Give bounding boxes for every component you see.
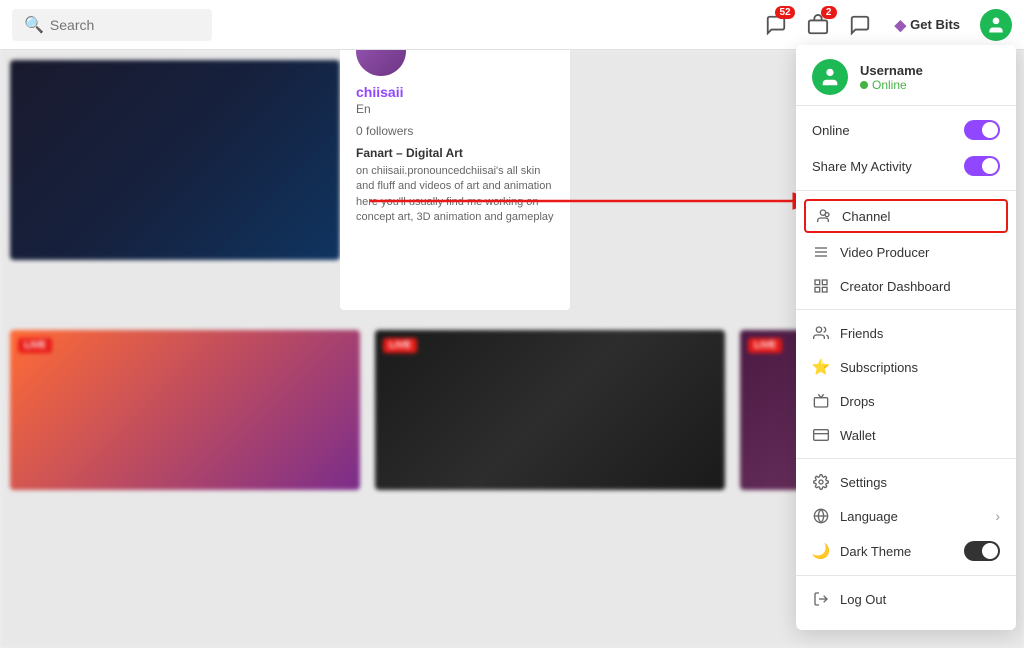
dark-theme-item[interactable]: 🌙 Dark Theme [796, 533, 1016, 569]
drops-label: Drops [840, 394, 875, 409]
stream-card-bottom-1: LIVE [10, 330, 360, 490]
friends-item[interactable]: Friends [796, 316, 1016, 350]
online-item-left: Online [812, 123, 850, 138]
online-toggle[interactable] [964, 120, 1000, 140]
dark-theme-icon: 🌙 [812, 542, 830, 560]
creator-dashboard-icon [812, 277, 830, 295]
subscriptions-label: Subscriptions [840, 360, 918, 375]
live-badge-1: LIVE [18, 338, 52, 353]
dark-theme-toggle-track [964, 541, 1000, 561]
user-dropdown-menu: Username Online Online Share My Activity [796, 45, 1016, 630]
logout-label: Log Out [840, 592, 886, 607]
share-activity-item[interactable]: Share My Activity [796, 148, 1016, 184]
subscriptions-left: ⭐ Subscriptions [812, 358, 918, 376]
settings-item[interactable]: Settings [796, 465, 1016, 499]
whispers-badge: 52 [775, 6, 794, 19]
dark-theme-left: 🌙 Dark Theme [812, 542, 911, 560]
language-label: Language [840, 509, 898, 524]
wallet-left: Wallet [812, 426, 876, 444]
bits-icon: ◆ [895, 16, 907, 34]
drops-icon [812, 392, 830, 410]
wallet-item[interactable]: Wallet [796, 418, 1016, 452]
chat-button[interactable] [845, 10, 875, 40]
logout-icon [812, 590, 830, 608]
creator-dashboard-left: Creator Dashboard [812, 277, 951, 295]
language-chevron-icon: › [995, 508, 1000, 524]
profile-status: En [356, 102, 554, 116]
online-toggle-item[interactable]: Online [796, 112, 1016, 148]
user-avatar-button[interactable] [980, 9, 1012, 41]
preferences-section: Settings Language › 🌙 Dark Theme [796, 459, 1016, 576]
status-section: Online Share My Activity [796, 106, 1016, 191]
profile-popup-card: chiisaii En 0 followers Fanart – Digital… [340, 10, 570, 310]
share-activity-label: Share My Activity [812, 159, 912, 174]
loot-badge: 2 [821, 6, 837, 19]
video-producer-left: Video Producer [812, 243, 929, 261]
video-producer-label: Video Producer [840, 245, 929, 260]
online-dot [860, 81, 868, 89]
search-bar[interactable]: 🔍 [12, 9, 212, 41]
dark-theme-toggle-thumb [982, 543, 998, 559]
header: 🔍 52 2 ◆ Get Bits [0, 0, 1024, 50]
subscriptions-item[interactable]: ⭐ Subscriptions [796, 350, 1016, 384]
dropdown-username: Username [860, 63, 923, 78]
profile-followers: 0 followers [356, 124, 554, 138]
profile-name: chiisaii [356, 84, 554, 100]
online-label: Online [812, 123, 850, 138]
stream-card-bottom-2: LIVE [375, 330, 725, 490]
friends-left: Friends [812, 324, 883, 342]
creator-section: Channel Video Producer [796, 191, 1016, 310]
channel-left: Channel [814, 207, 890, 225]
share-activity-toggle-thumb [982, 158, 998, 174]
dark-theme-toggle[interactable] [964, 541, 1000, 561]
header-icons: 52 2 ◆ Get Bits [761, 9, 1012, 41]
profile-game: Fanart – Digital Art [356, 146, 554, 160]
dark-theme-label: Dark Theme [840, 544, 911, 559]
creator-dashboard-item[interactable]: Creator Dashboard [796, 269, 1016, 303]
dropdown-user-info: Username Online [860, 63, 923, 92]
drops-left: Drops [812, 392, 875, 410]
online-status-text: Online [872, 78, 907, 92]
channel-item[interactable]: Channel [804, 199, 1008, 233]
logout-section: Log Out [796, 576, 1016, 622]
settings-left: Settings [812, 473, 887, 491]
search-icon: 🔍 [24, 15, 44, 35]
whispers-button[interactable]: 52 [761, 10, 791, 40]
dropdown-header: Username Online [796, 45, 1016, 106]
settings-icon [812, 473, 830, 491]
loot-button[interactable]: 2 [803, 10, 833, 40]
logout-left: Log Out [812, 590, 886, 608]
share-activity-toggle[interactable] [964, 156, 1000, 176]
creator-dashboard-label: Creator Dashboard [840, 279, 951, 294]
live-badge-3: LIVE [748, 338, 782, 353]
video-producer-icon [812, 243, 830, 261]
dropdown-avatar [812, 59, 848, 95]
stream-card-1 [10, 60, 340, 260]
online-toggle-thumb [982, 122, 998, 138]
share-activity-toggle-track [964, 156, 1000, 176]
channel-icon [814, 207, 832, 225]
language-item[interactable]: Language › [796, 499, 1016, 533]
friends-label: Friends [840, 326, 883, 341]
language-left: Language [812, 507, 898, 525]
channel-label: Channel [842, 209, 890, 224]
online-toggle-track [964, 120, 1000, 140]
get-bits-button[interactable]: ◆ Get Bits [887, 12, 968, 38]
search-input[interactable] [50, 17, 190, 33]
wallet-icon [812, 426, 830, 444]
drops-item[interactable]: Drops [796, 384, 1016, 418]
logout-item[interactable]: Log Out [796, 582, 1016, 616]
profile-description: on chiisaii.pronouncedchiisai's all skin… [356, 164, 554, 226]
subscriptions-icon: ⭐ [812, 358, 830, 376]
dropdown-online-status: Online [860, 78, 923, 92]
language-icon [812, 507, 830, 525]
video-producer-item[interactable]: Video Producer [796, 235, 1016, 269]
live-badge-2: LIVE [383, 338, 417, 353]
share-activity-left: Share My Activity [812, 159, 912, 174]
wallet-label: Wallet [840, 428, 876, 443]
settings-label: Settings [840, 475, 887, 490]
friends-icon [812, 324, 830, 342]
social-section: Friends ⭐ Subscriptions Drops [796, 310, 1016, 459]
get-bits-label: Get Bits [910, 17, 960, 32]
